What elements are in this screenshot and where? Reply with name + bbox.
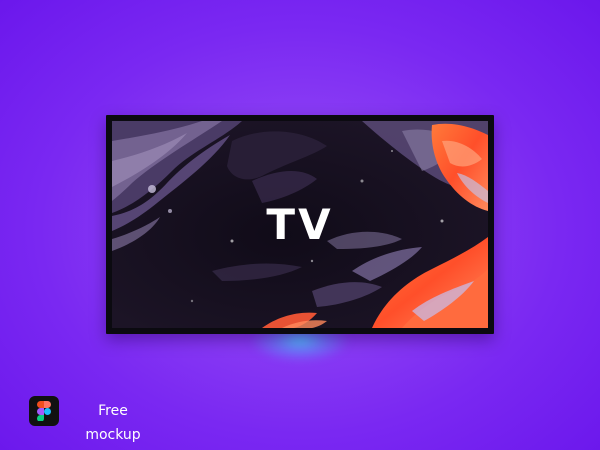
tv-screen-title: TV: [266, 200, 334, 249]
caption-line-1: Free: [98, 403, 128, 419]
caption-line-2: mockup: [85, 427, 141, 443]
tv-mockup: TV: [106, 115, 494, 334]
figma-mark: [37, 401, 51, 421]
caption: Free mockup: [75, 399, 151, 447]
figma-logo-icon: [29, 396, 59, 426]
tv-screen: TV: [112, 121, 488, 328]
